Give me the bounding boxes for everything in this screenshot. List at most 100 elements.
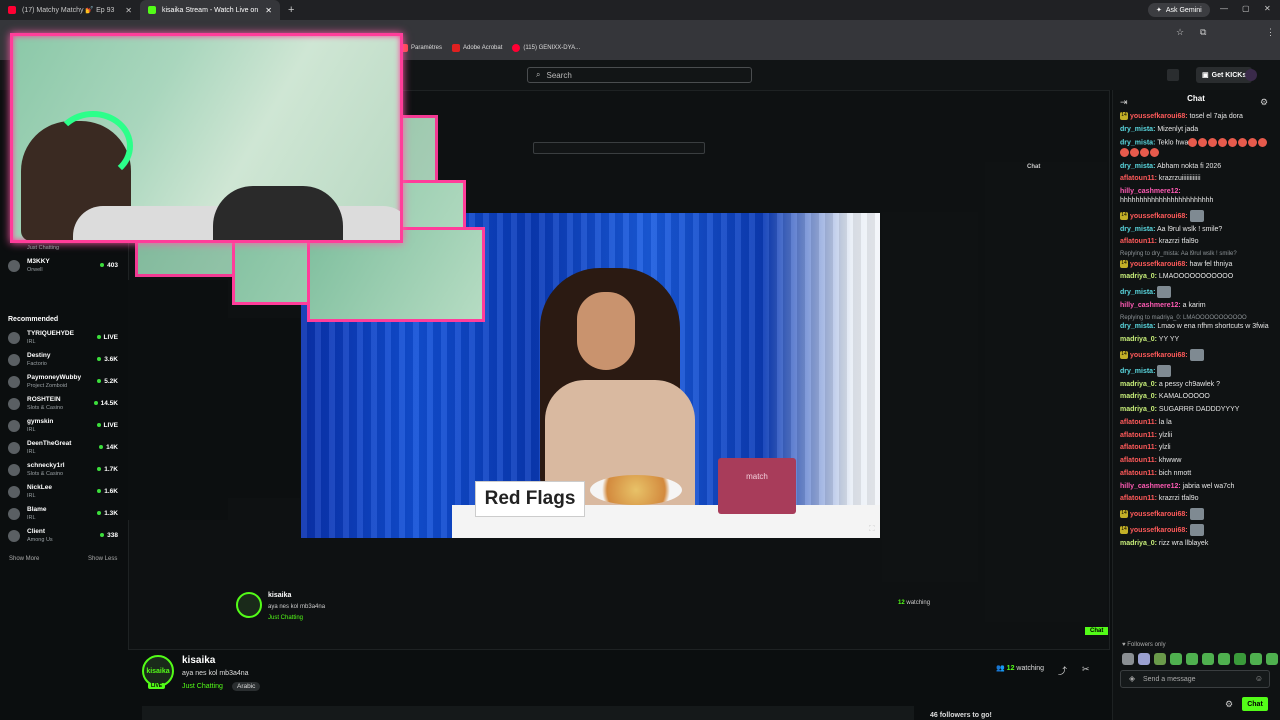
stream-category[interactable]: Just Chatting: [182, 683, 223, 690]
sidebar-item-recommended[interactable]: Destiny Factorio 3.6K: [8, 351, 122, 371]
new-tab-button[interactable]: +: [280, 4, 302, 16]
emote-icon[interactable]: [1170, 653, 1182, 665]
maximize-icon[interactable]: ▢: [1242, 4, 1250, 13]
chat-username[interactable]: aflatoun11:: [1120, 457, 1157, 464]
viewer-count: 338: [100, 532, 118, 539]
sidebar-item-m3kky[interactable]: M3KKY Orwell 403: [8, 257, 122, 277]
chat-username[interactable]: dry_mista:: [1120, 226, 1155, 233]
viewers-icon: 👥: [996, 665, 1005, 672]
emote-icon[interactable]: [1218, 653, 1230, 665]
sidebar-item-recommended[interactable]: Blame IRL 1.3K: [8, 505, 122, 525]
emote-icon[interactable]: [1202, 653, 1214, 665]
sidebar-item-recommended[interactable]: Client Among Us 338: [8, 527, 122, 547]
bookmark-label: Paramètres: [411, 45, 443, 51]
chat-message: Replying to dry_mista: Aa l9rul wslk ! s…: [1120, 251, 1270, 269]
get-kicks-button[interactable]: ▣ Get KICKs: [1196, 67, 1253, 83]
chat-username[interactable]: madriya_0:: [1120, 336, 1157, 343]
emote-icon: [1198, 138, 1208, 148]
channel-name[interactable]: kisaika: [182, 655, 215, 666]
chat-username[interactable]: youssefkaroui68:: [1130, 527, 1188, 534]
emote-icon[interactable]: [1154, 653, 1166, 665]
chat-username[interactable]: dry_mista:: [1120, 163, 1155, 170]
channel-category: IRL: [27, 449, 36, 455]
chat-username[interactable]: aflatoun11:: [1120, 470, 1157, 477]
chat-username[interactable]: madriya_0:: [1120, 540, 1157, 547]
settings-icon[interactable]: ⚙: [1225, 699, 1233, 710]
chat-username[interactable]: dry_mista:: [1120, 367, 1155, 374]
language-tag[interactable]: Arabic: [232, 682, 261, 691]
chat-username[interactable]: aflatoun11:: [1120, 238, 1157, 245]
chat-username[interactable]: aflatoun11:: [1120, 419, 1157, 426]
bookmark-parametres[interactable]: Paramètres: [400, 44, 442, 52]
chat-username[interactable]: youssefkaroui68:: [1130, 212, 1188, 219]
subscriber-badge: 14: [1120, 526, 1128, 535]
sidebar-item-recommended[interactable]: TYRIQUEHYDE IRL LIVE: [8, 329, 122, 349]
star-icon[interactable]: ☆: [1176, 27, 1184, 38]
search-input[interactable]: ⌕ Search: [527, 67, 752, 83]
chat-username[interactable]: hilly_cashmere12:: [1120, 188, 1181, 195]
chat-username[interactable]: youssefkaroui68:: [1130, 511, 1188, 518]
chat-text: haw fel thniya: [1187, 260, 1233, 268]
fullscreen-icon[interactable]: ⛶: [869, 524, 875, 534]
avatar[interactable]: [1245, 69, 1257, 81]
chat-username[interactable]: youssefkaroui68:: [1130, 113, 1188, 120]
chat-username[interactable]: youssefkaroui68:: [1130, 351, 1188, 358]
browser-tab-youtube[interactable]: (17) Matchy Matchy 💅 Ep 93 ✕: [0, 0, 140, 20]
sidebar-item-recommended[interactable]: gymskin IRL LIVE: [8, 417, 122, 437]
share-icon[interactable]: ⤴: [1058, 664, 1067, 677]
chat-message: dry_mista: Teklo hwa: [1120, 138, 1270, 158]
emote-icon[interactable]: [1266, 653, 1278, 665]
send-message-input[interactable]: ◈ Send a message ☺: [1120, 670, 1270, 688]
show-less-button[interactable]: Show Less: [88, 556, 117, 562]
chat-username[interactable]: dry_mista:: [1120, 140, 1155, 147]
emoji-icon[interactable]: ☺: [1255, 674, 1263, 683]
sidebar-item-recommended[interactable]: NickLee IRL 1.6K: [8, 483, 122, 503]
get-kicks-label: Get KICKs: [1211, 71, 1247, 79]
emote-icon[interactable]: [1122, 653, 1134, 665]
close-tab-icon[interactable]: ✕: [265, 6, 272, 15]
bookmark-genixx[interactable]: (115) GENIXX-DYA...: [512, 44, 580, 52]
layout-icon[interactable]: [1167, 69, 1179, 81]
emote-icon[interactable]: [1138, 653, 1150, 665]
sidebar-item-recommended[interactable]: schnecky1rl Slots & Casino 1.7K: [8, 461, 122, 481]
chat-settings-icon[interactable]: ⚙: [1260, 97, 1268, 108]
chat-username[interactable]: madriya_0:: [1120, 273, 1157, 280]
chat-username[interactable]: hilly_cashmere12:: [1120, 302, 1181, 309]
chat-username[interactable]: dry_mista:: [1120, 323, 1155, 330]
chat-username[interactable]: dry_mista:: [1120, 126, 1155, 133]
emote-icon: [1188, 138, 1198, 148]
extensions-icon[interactable]: ⧉: [1200, 27, 1206, 38]
show-more-button[interactable]: Show More: [9, 556, 39, 562]
close-window-icon[interactable]: ✕: [1264, 4, 1271, 13]
chat-text: krazrzi tfal9o: [1156, 495, 1199, 503]
menu-icon[interactable]: ⋮: [1266, 27, 1275, 38]
sidebar-item-recommended[interactable]: ROSHTEIN Slots & Casino 14.5K: [8, 395, 122, 415]
chat-username[interactable]: aflatoun11:: [1120, 495, 1157, 502]
chat-username[interactable]: aflatoun11:: [1120, 432, 1157, 439]
live-badge: LIVE: [148, 683, 166, 689]
chat-message: 14 youssefkaroui68:: [1120, 209, 1270, 222]
chat-send-button[interactable]: Chat: [1242, 697, 1268, 711]
chat-username[interactable]: youssefkaroui68:: [1130, 260, 1188, 267]
emote-icon[interactable]: [1234, 653, 1246, 665]
browser-tab-kick[interactable]: kisaika Stream - Watch Live on ✕: [140, 0, 280, 20]
minimize-icon[interactable]: —: [1220, 4, 1228, 13]
sidebar-item-recommended[interactable]: DeenTheGreat IRL 14K: [8, 439, 122, 459]
bookmark-adobe[interactable]: Adobe Acrobat: [452, 44, 502, 52]
chat-username[interactable]: madriya_0:: [1120, 393, 1157, 400]
clip-icon[interactable]: ✂: [1082, 664, 1090, 675]
sidebar-item-recommended[interactable]: PaymoneyWubby Project Zomboid 5.2K: [8, 373, 122, 393]
emote-icon[interactable]: [1186, 653, 1198, 665]
chat-username[interactable]: madriya_0:: [1120, 406, 1157, 413]
chat-username[interactable]: dry_mista:: [1120, 289, 1155, 296]
chat-username[interactable]: madriya_0:: [1120, 381, 1157, 388]
send-message-placeholder: Send a message: [1143, 675, 1196, 683]
emote-icon[interactable]: [1250, 653, 1262, 665]
chat-username[interactable]: aflatoun11:: [1120, 175, 1157, 182]
chat-message: hilly_cashmere12: hhhhhhhhhhhhhhhhhhhhhh…: [1120, 188, 1270, 206]
chat-username[interactable]: hilly_cashmere12:: [1120, 483, 1181, 490]
chat-username[interactable]: aflatoun11:: [1120, 444, 1157, 451]
chat-message: dry_mista: Abham nokta fi 2026: [1120, 163, 1270, 172]
close-tab-icon[interactable]: ✕: [125, 6, 132, 15]
ask-gemini-button[interactable]: ✦ Ask Gemini: [1148, 3, 1210, 17]
